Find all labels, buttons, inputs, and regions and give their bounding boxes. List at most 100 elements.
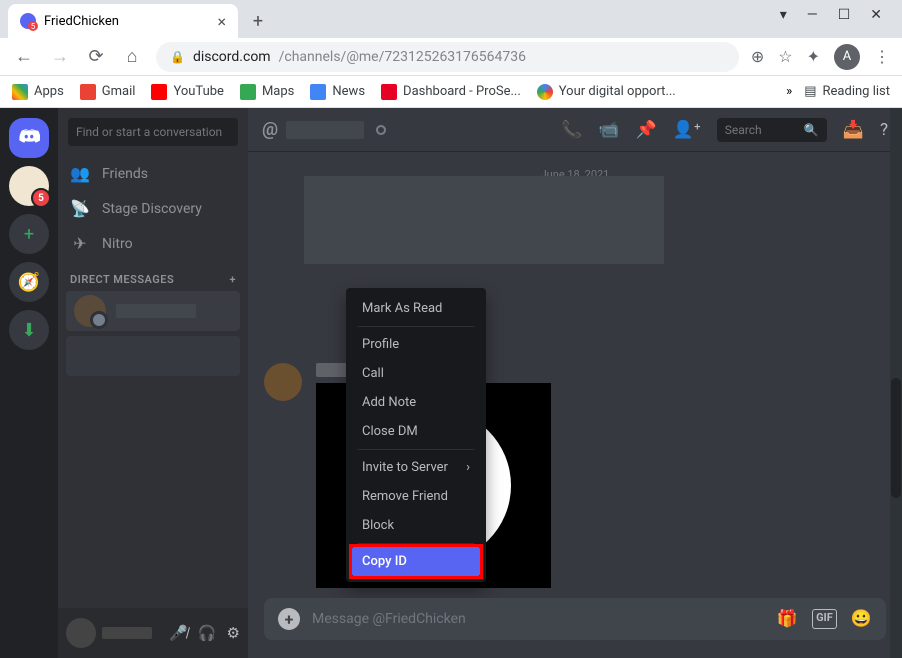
home-button[interactable]: ⌂ bbox=[120, 45, 144, 69]
message-avatar[interactable] bbox=[264, 363, 302, 401]
ctx-remove-friend[interactable]: Remove Friend bbox=[352, 482, 480, 511]
ctx-separator bbox=[358, 326, 474, 327]
discord-favicon-icon bbox=[20, 13, 36, 29]
channel-sidebar: Find or start a conversation 👥Friends 📡S… bbox=[58, 108, 248, 658]
explore-servers-button[interactable]: 🧭 bbox=[9, 262, 49, 302]
search-input[interactable]: Search🔍 bbox=[717, 118, 827, 142]
settings-icon[interactable]: ⚙ bbox=[227, 624, 240, 642]
ctx-call[interactable]: Call bbox=[352, 359, 480, 388]
news-icon bbox=[310, 84, 326, 100]
server-list: + 🧭 ⬇ bbox=[0, 108, 58, 658]
close-window-icon[interactable]: ✕ bbox=[870, 7, 882, 23]
youtube-icon bbox=[151, 84, 167, 100]
sidebar-stage[interactable]: 📡Stage Discovery bbox=[58, 191, 248, 226]
reload-button[interactable]: ⟳ bbox=[84, 45, 108, 69]
video-call-icon[interactable]: 📹 bbox=[598, 120, 619, 140]
bookmark-apps[interactable]: Apps bbox=[12, 84, 64, 100]
minimize-icon[interactable]: — bbox=[807, 7, 818, 23]
bookmark-dashboard[interactable]: Dashboard - ProSe... bbox=[381, 84, 521, 100]
url-host: discord.com bbox=[193, 49, 271, 65]
sidebar-friends[interactable]: 👥Friends bbox=[58, 156, 248, 191]
url-input[interactable]: 🔒 discord.com/channels/@me/7231252631765… bbox=[156, 42, 739, 72]
ctx-profile[interactable]: Profile bbox=[352, 330, 480, 359]
maps-icon bbox=[240, 84, 256, 100]
menu-icon[interactable]: ⋮ bbox=[874, 47, 890, 66]
dm-section-header: DIRECT MESSAGES + bbox=[58, 261, 248, 290]
inbox-icon[interactable]: 📥 bbox=[843, 120, 864, 140]
server-item[interactable] bbox=[9, 166, 49, 206]
google-icon bbox=[537, 84, 553, 100]
channel-name bbox=[286, 121, 364, 139]
gift-icon[interactable]: 🎁 bbox=[777, 609, 798, 629]
reading-list-icon: ▤ bbox=[804, 84, 816, 99]
tab-title: FriedChicken bbox=[44, 14, 119, 29]
apps-icon bbox=[12, 84, 28, 100]
profile-avatar[interactable]: A bbox=[834, 44, 860, 70]
self-avatar[interactable] bbox=[66, 618, 96, 648]
bookmark-gmail[interactable]: Gmail bbox=[80, 84, 136, 100]
download-apps-button[interactable]: ⬇ bbox=[9, 310, 49, 350]
star-icon[interactable]: ☆ bbox=[778, 47, 792, 66]
back-button[interactable]: ← bbox=[12, 45, 36, 69]
self-username bbox=[102, 627, 152, 639]
ctx-invite-server[interactable]: Invite to Server› bbox=[352, 453, 480, 482]
dm-item-active[interactable] bbox=[66, 291, 240, 331]
headphones-icon[interactable]: 🎧 bbox=[198, 624, 217, 642]
chat-main: @ 📞 📹 📌 👤⁺ Search🔍 📥 ? June 18, 2021 📞 📞… bbox=[248, 108, 902, 658]
zoom-icon[interactable]: ⊕ bbox=[751, 47, 764, 66]
nitro-icon: ✈ bbox=[70, 234, 90, 253]
dm-item[interactable] bbox=[66, 336, 240, 376]
user-context-menu: Mark As Read Profile Call Add Note Close… bbox=[346, 288, 486, 582]
pinned-messages-icon[interactable]: 📌 bbox=[636, 120, 657, 140]
create-dm-icon[interactable]: + bbox=[229, 273, 236, 286]
emoji-icon[interactable]: 😀 bbox=[851, 609, 872, 629]
stage-icon: 📡 bbox=[70, 199, 90, 218]
gmail-icon bbox=[80, 84, 96, 100]
ctx-close-dm[interactable]: Close DM bbox=[352, 417, 480, 446]
message-placeholder: Message @FriedChicken bbox=[312, 611, 466, 627]
window-controls: ▾ — ☐ ✕ bbox=[760, 0, 902, 30]
bookmarks-overflow-icon[interactable]: » bbox=[786, 84, 792, 99]
bookmark-news[interactable]: News bbox=[310, 84, 365, 100]
ctx-block[interactable]: Block bbox=[352, 511, 480, 540]
channel-header: @ 📞 📹 📌 👤⁺ Search🔍 📥 ? bbox=[248, 108, 902, 152]
address-bar: ← → ⟳ ⌂ 🔒 discord.com/channels/@me/72312… bbox=[0, 38, 902, 76]
mute-mic-icon[interactable]: 🎤̸ bbox=[169, 624, 188, 642]
help-icon[interactable]: ? bbox=[880, 120, 888, 140]
tab-close-icon[interactable]: × bbox=[217, 12, 226, 31]
bookmark-maps[interactable]: Maps bbox=[240, 84, 294, 100]
ctx-mark-read[interactable]: Mark As Read bbox=[352, 294, 480, 323]
forward-button[interactable]: → bbox=[48, 45, 72, 69]
scrollbar-thumb[interactable] bbox=[891, 378, 901, 498]
dropdown-icon[interactable]: ▾ bbox=[780, 7, 787, 23]
home-server-button[interactable] bbox=[9, 118, 49, 158]
maximize-icon[interactable]: ☐ bbox=[838, 7, 851, 23]
attach-icon[interactable]: + bbox=[278, 608, 300, 630]
bookmark-youtube[interactable]: YouTube bbox=[151, 84, 224, 100]
dm-username bbox=[116, 304, 196, 318]
message-list: June 18, 2021 📞 📞 📞 📞 vi bbox=[248, 152, 902, 598]
reading-list-button[interactable]: ▤Reading list bbox=[804, 84, 890, 99]
chevron-right-icon: › bbox=[466, 460, 470, 475]
search-icon: 🔍 bbox=[804, 123, 819, 137]
at-icon: @ bbox=[262, 119, 278, 140]
gif-icon[interactable]: GIF bbox=[812, 609, 837, 629]
message-input[interactable]: + Message @FriedChicken 🎁 GIF 😀 bbox=[264, 598, 886, 640]
status-indicator bbox=[376, 125, 386, 135]
sidebar-nitro[interactable]: ✈Nitro bbox=[58, 226, 248, 261]
ctx-copy-id[interactable]: Copy ID bbox=[352, 547, 480, 576]
find-conversation-input[interactable]: Find or start a conversation bbox=[68, 118, 238, 146]
ctx-add-note[interactable]: Add Note bbox=[352, 388, 480, 417]
redacted-block bbox=[304, 176, 664, 264]
voice-call-icon[interactable]: 📞 bbox=[561, 120, 582, 140]
bookmark-digital[interactable]: Your digital opport... bbox=[537, 84, 676, 100]
extensions-icon[interactable]: ✦ bbox=[807, 47, 820, 66]
pinterest-icon bbox=[381, 84, 397, 100]
bookmarks-bar: Apps Gmail YouTube Maps News Dashboard -… bbox=[0, 76, 902, 108]
add-server-button[interactable]: + bbox=[9, 214, 49, 254]
friends-icon: 👥 bbox=[70, 164, 90, 183]
browser-tab[interactable]: FriedChicken × bbox=[8, 4, 238, 38]
add-friends-icon[interactable]: 👤⁺ bbox=[673, 120, 701, 140]
new-tab-button[interactable]: + bbox=[244, 7, 272, 35]
dm-avatar bbox=[74, 295, 106, 327]
